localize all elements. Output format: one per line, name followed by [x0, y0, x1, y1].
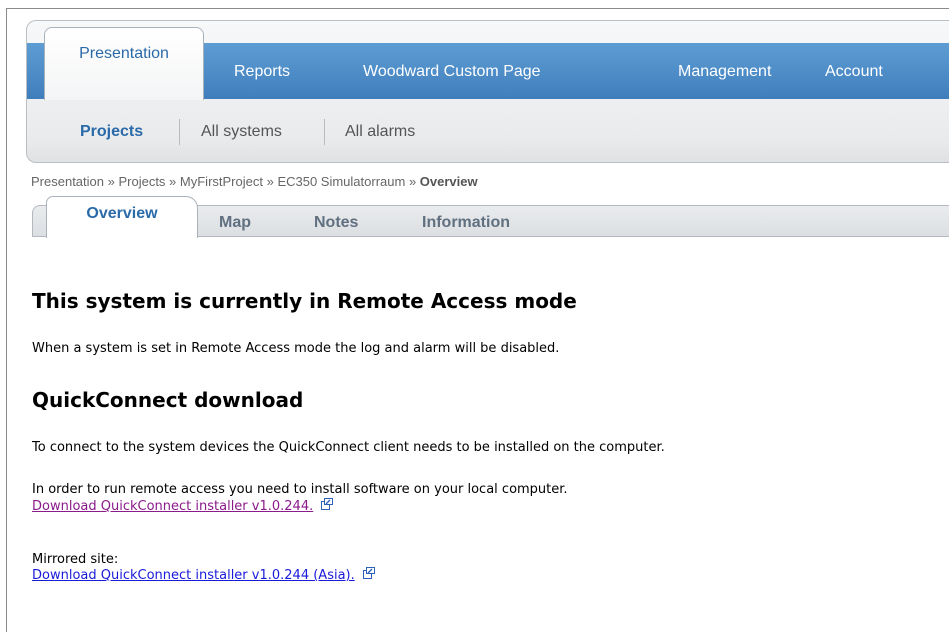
external-link-icon[interactable]	[362, 567, 375, 584]
breadcrumb-current: Overview	[419, 174, 478, 189]
sub-navigation: Projects All systems All alarms	[27, 99, 949, 162]
download-quickconnect-link[interactable]: Download QuickConnect installer v1.0.244…	[32, 499, 313, 514]
breadcrumb-separator: »	[262, 174, 278, 189]
download-quickconnect-asia-link[interactable]: Download QuickConnect installer v1.0.244…	[32, 568, 355, 583]
tab-management[interactable]: Management	[678, 43, 771, 100]
install-description: In order to run remote access you need t…	[32, 482, 568, 497]
subnav-divider	[179, 119, 180, 145]
tab-information[interactable]: Information	[422, 214, 510, 232]
tab-notes[interactable]: Notes	[314, 214, 358, 232]
external-link-icon[interactable]	[321, 498, 334, 515]
subnav-all-systems[interactable]: All systems	[201, 123, 282, 141]
breadcrumb-projects[interactable]: Projects	[118, 174, 165, 189]
breadcrumb-separator: »	[405, 174, 420, 189]
remote-access-description: When a system is set in Remote Access mo…	[32, 341, 560, 356]
main-navigation: Reports Woodward Custom Page Management …	[26, 20, 949, 163]
breadcrumb-separator: »	[104, 174, 119, 189]
breadcrumb: Presentation » Projects » MyFirstProject…	[31, 174, 478, 189]
system-tabs: Overview Map Notes Information	[32, 196, 949, 238]
breadcrumb-system[interactable]: EC350 Simulatorraum	[277, 174, 405, 189]
download-row: Download QuickConnect installer v1.0.244…	[32, 498, 334, 515]
quickconnect-heading: QuickConnect download	[32, 388, 304, 412]
tab-account[interactable]: Account	[825, 43, 883, 100]
tab-reports[interactable]: Reports	[234, 43, 290, 100]
mirror-row: Download QuickConnect installer v1.0.244…	[32, 567, 375, 584]
subnav-all-alarms[interactable]: All alarms	[345, 123, 415, 141]
tab-presentation[interactable]: Presentation	[44, 27, 204, 100]
mirrored-site-label: Mirrored site:	[32, 552, 119, 567]
tab-map[interactable]: Map	[219, 214, 251, 232]
remote-access-heading: This system is currently in Remote Acces…	[32, 289, 577, 313]
breadcrumb-separator: »	[165, 174, 180, 189]
subnav-divider	[324, 119, 325, 145]
subnav-projects[interactable]: Projects	[80, 123, 143, 141]
breadcrumb-presentation[interactable]: Presentation	[31, 174, 104, 189]
breadcrumb-myfirstproject[interactable]: MyFirstProject	[180, 174, 263, 189]
tab-woodward-custom-page[interactable]: Woodward Custom Page	[363, 43, 541, 100]
connect-description: To connect to the system devices the Qui…	[32, 440, 665, 455]
tab-overview[interactable]: Overview	[46, 196, 198, 238]
